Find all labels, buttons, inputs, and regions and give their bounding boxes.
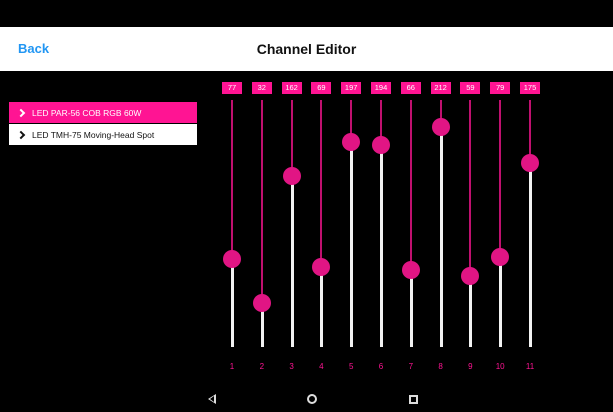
slider-fill — [380, 144, 383, 347]
channel-2: 32 2 — [250, 0, 274, 412]
channel-3: 162 3 — [280, 0, 304, 412]
channel-8: 212 8 — [429, 0, 453, 412]
slider-track[interactable] — [260, 100, 263, 303]
channel-number: 6 — [378, 362, 384, 371]
channel-number: 7 — [408, 362, 414, 371]
slider-thumb[interactable] — [491, 247, 510, 266]
channel-1: 77 1 — [220, 0, 244, 412]
slider-fill — [439, 126, 443, 347]
nav-recents-button[interactable] — [404, 390, 422, 408]
channel-value-badge: 197 — [341, 82, 362, 94]
channel-number: 3 — [289, 362, 294, 371]
device-item-led-tmh-75[interactable]: LED TMH-75 Moving-Head Spot — [9, 124, 197, 145]
channel-number: 11 — [525, 362, 535, 371]
slider-track[interactable] — [320, 100, 323, 267]
channel-value-badge: 77 — [222, 82, 242, 94]
slider-thumb[interactable] — [461, 267, 480, 286]
channel-number: 8 — [438, 362, 443, 371]
channel-number: 1 — [229, 362, 235, 371]
channel-number: 9 — [468, 362, 473, 371]
slider-fill — [231, 258, 234, 347]
slider-fill — [409, 269, 413, 347]
device-label: LED PAR-56 COB RGB 60W — [32, 107, 142, 118]
slider-thumb[interactable] — [282, 166, 301, 185]
slider-fill — [350, 141, 354, 347]
slider-thumb[interactable] — [372, 135, 390, 154]
channel-value-badge: 32 — [251, 82, 272, 94]
channel-value-badge: 212 — [430, 82, 451, 94]
chevron-right-icon — [16, 108, 26, 117]
channel-number: 10 — [495, 362, 505, 371]
slider-fill — [499, 256, 503, 347]
nav-back-button[interactable] — [203, 390, 221, 408]
channel-6: 194 6 — [369, 0, 393, 412]
back-button[interactable]: Back — [18, 27, 49, 71]
slider-fill — [529, 163, 532, 347]
channel-9: 59 9 — [458, 0, 482, 412]
slider-track[interactable] — [231, 100, 233, 259]
channel-10: 79 10 — [488, 0, 512, 412]
channel-11: 175 11 — [518, 0, 542, 412]
slider-thumb[interactable] — [223, 249, 241, 268]
channel-number: 4 — [319, 362, 324, 371]
channel-number: 5 — [348, 362, 354, 371]
channel-value-badge: 175 — [520, 82, 540, 94]
slider-fill — [320, 266, 324, 347]
device-label: LED TMH-75 Moving-Head Spot — [32, 129, 155, 140]
channel-value-badge: 162 — [281, 82, 302, 94]
channel-value-badge: 194 — [371, 82, 391, 94]
channel-number: 2 — [259, 362, 265, 371]
channel-5: 197 5 — [339, 0, 363, 412]
channel-value-badge: 79 — [490, 82, 511, 94]
slider-thumb[interactable] — [252, 293, 271, 312]
channel-value-badge: 69 — [311, 82, 332, 94]
slider-thumb[interactable] — [431, 117, 450, 136]
device-list: LED PAR-56 COB RGB 60W LED TMH-75 Moving… — [9, 102, 197, 145]
slider-thumb[interactable] — [342, 132, 361, 151]
channel-value-badge: 66 — [400, 82, 421, 94]
channel-4: 69 4 — [309, 0, 333, 412]
channel-value-badge: 59 — [460, 82, 481, 94]
recents-square-icon — [408, 394, 418, 404]
slider-thumb[interactable] — [401, 260, 420, 279]
slider-track[interactable] — [409, 100, 412, 270]
device-item-led-par-56[interactable]: LED PAR-56 COB RGB 60W — [9, 102, 197, 123]
home-circle-icon — [307, 394, 317, 404]
slider-thumb[interactable] — [521, 154, 539, 173]
slider-thumb[interactable] — [312, 257, 331, 276]
nav-home-button[interactable] — [303, 390, 321, 408]
back-triangle-icon — [208, 394, 216, 404]
slider-fill — [290, 175, 294, 347]
slider-track[interactable] — [469, 100, 472, 277]
slider-fill — [469, 276, 473, 347]
slider-track[interactable] — [290, 100, 293, 176]
channel-7: 66 7 — [399, 0, 423, 412]
chevron-right-icon — [16, 130, 26, 139]
system-nav-bar — [0, 386, 613, 412]
slider-track[interactable] — [499, 100, 502, 257]
